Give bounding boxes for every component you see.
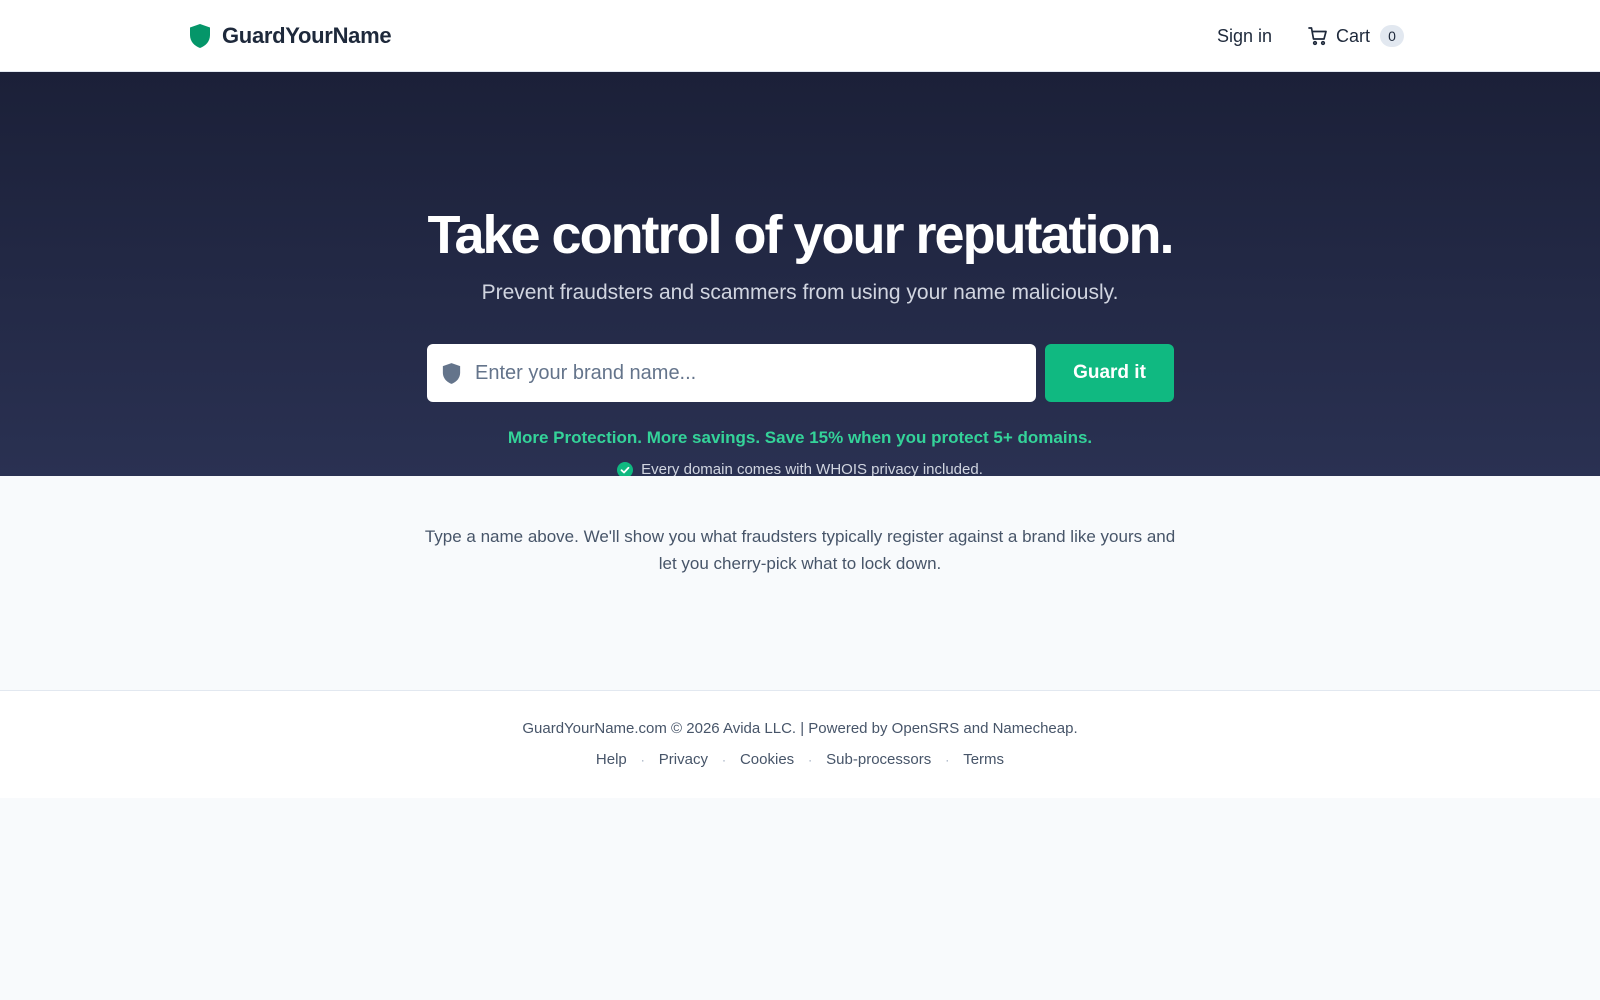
brand-logo-link[interactable]: GuardYourName <box>189 23 392 49</box>
footer-link-terms[interactable]: Terms <box>963 748 1004 772</box>
intro-text-line-1: Type a name above. We'll show you what f… <box>424 527 1176 546</box>
footer-separator: · <box>721 753 726 767</box>
hero-title: Take control of your reputation. <box>427 205 1174 265</box>
guard-it-button[interactable]: Guard it <box>1045 344 1174 402</box>
footer-link-sub-processors[interactable]: Sub-processors <box>826 748 931 772</box>
footer-link-help[interactable]: Help <box>596 748 627 772</box>
intro-text-line-2: let you cherry-pick what to lock down. <box>658 554 942 573</box>
site-header: GuardYourName Sign in Cart 0 <box>0 0 1600 72</box>
brand-name-input[interactable] <box>475 361 995 385</box>
shield-icon <box>190 24 210 48</box>
hero-subtitle: Prevent fraudsters and scammers from usi… <box>481 281 1119 304</box>
cart-label: Cart <box>1335 25 1370 46</box>
cart-icon <box>1308 27 1327 46</box>
promo-text: More Protection. More savings. Save 15% … <box>507 428 1093 447</box>
brand-search-form: Guard it <box>427 344 1174 402</box>
cart-count-badge: 0 <box>1380 25 1404 47</box>
sign-in-link[interactable]: Sign in <box>1217 26 1272 47</box>
footer-separator: · <box>640 753 645 767</box>
header-inner: GuardYourName Sign in Cart 0 <box>189 0 1404 72</box>
hero-section: Take control of your reputation. Prevent… <box>0 72 1600 478</box>
brand-name: GuardYourName <box>222 23 392 48</box>
intro-section: Type a name above. We'll show you what f… <box>0 476 1600 690</box>
header-nav: Sign in Cart 0 <box>1217 25 1404 47</box>
footer-link-privacy[interactable]: Privacy <box>659 748 708 772</box>
site-footer: GuardYourName.com © 2026 Avida LLC. | Po… <box>0 690 1600 798</box>
footer-links: Help · Privacy · Cookies · Sub-processor… <box>0 748 1600 772</box>
footer-copyright: GuardYourName.com © 2026 Avida LLC. | Po… <box>522 720 1078 737</box>
cart-button[interactable]: Cart 0 <box>1308 25 1404 47</box>
intro-text: Type a name above. We'll show you what f… <box>400 523 1200 577</box>
shield-icon <box>442 362 461 384</box>
footer-link-cookies[interactable]: Cookies <box>740 748 794 772</box>
search-box[interactable] <box>427 344 1036 402</box>
footer-separator: · <box>808 753 813 767</box>
footer-separator: · <box>945 753 950 767</box>
